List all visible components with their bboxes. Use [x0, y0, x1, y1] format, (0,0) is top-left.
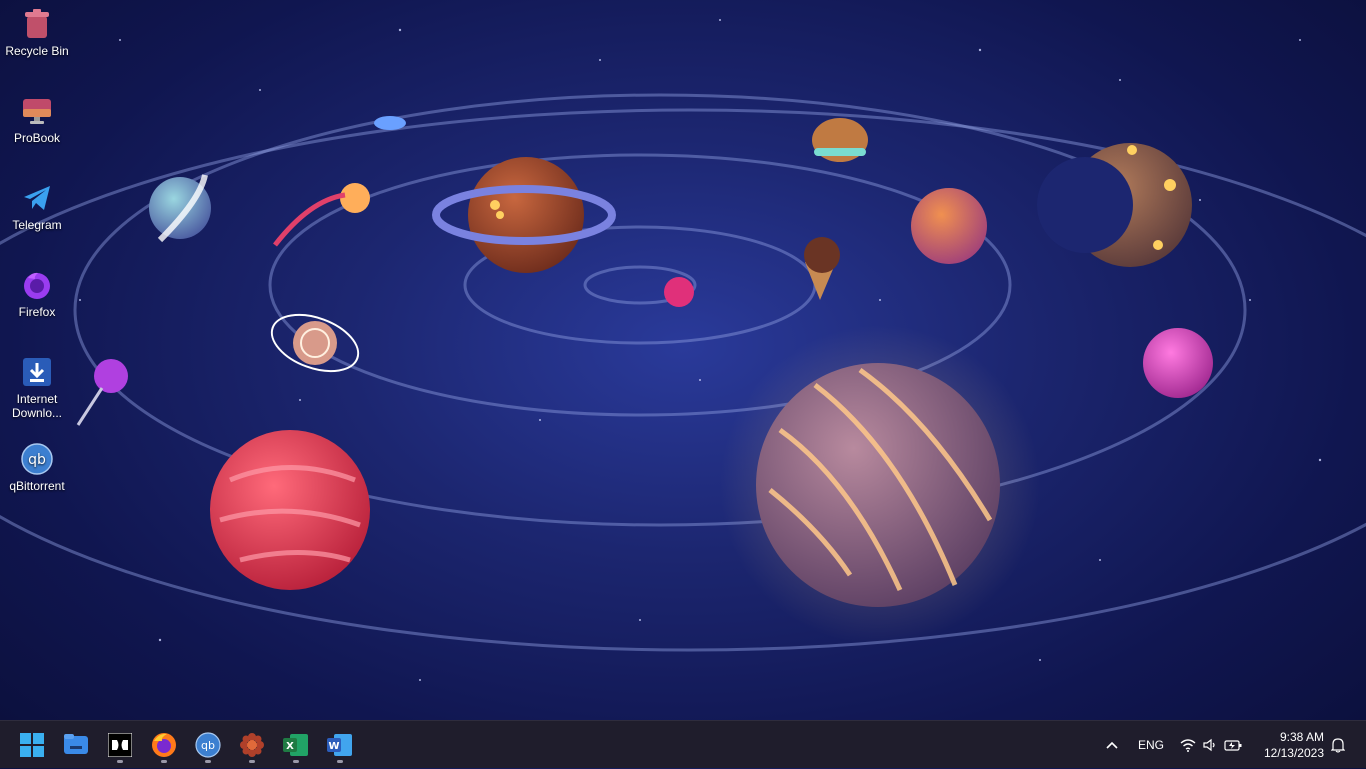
- folder-icon: [64, 734, 88, 754]
- taskbar-dolby[interactable]: [100, 727, 140, 763]
- download-icon: [21, 356, 53, 388]
- show-hidden-icons-button[interactable]: [1100, 721, 1124, 769]
- start-button[interactable]: [12, 727, 52, 763]
- space-wallpaper: [0, 19, 1366, 681]
- desktop: Recycle Bin ProBook Telegram Firefox Int…: [0, 0, 1366, 720]
- clock-time: 9:38 AM: [1279, 730, 1324, 744]
- desktop-icon-label: Internet Downlo...: [11, 392, 63, 420]
- desktop-icon-label: Recycle Bin: [5, 44, 69, 58]
- flower-gear-icon: [240, 733, 264, 757]
- running-indicator: [293, 760, 299, 763]
- language-label: ENG: [1137, 738, 1164, 752]
- excel-icon: X: [283, 734, 308, 756]
- running-indicator: [161, 760, 167, 763]
- running-indicator: [205, 760, 211, 763]
- windows-start-icon: [20, 733, 44, 757]
- volume-icon: [1203, 738, 1215, 752]
- quick-settings-button[interactable]: [1176, 721, 1246, 769]
- desktop-icon-label: ProBook: [13, 131, 61, 145]
- desktop-icon-label: Telegram: [12, 218, 62, 232]
- taskbar-excel[interactable]: X: [276, 727, 316, 763]
- svg-text:qb: qb: [28, 452, 46, 468]
- desktop-icon-probook[interactable]: ProBook: [4, 91, 70, 173]
- desktop-icon-firefox[interactable]: Firefox: [4, 265, 70, 347]
- taskbar-firefox[interactable]: [144, 727, 184, 763]
- firefox-icon: [21, 269, 53, 301]
- desktop-icon-telegram[interactable]: Telegram: [4, 178, 70, 260]
- running-indicator: [249, 760, 255, 763]
- telegram-icon: [21, 182, 53, 214]
- svg-text:X: X: [286, 741, 294, 752]
- qbittorrent-icon: qb: [195, 732, 221, 758]
- taskbar-file-explorer[interactable]: [56, 727, 96, 763]
- desktop-icon-label: qBittorrent: [9, 479, 65, 493]
- monitor-icon: [21, 95, 53, 127]
- qbittorrent-icon: qb: [21, 443, 53, 475]
- taskbar-word[interactable]: W: [320, 727, 360, 763]
- svg-text:W: W: [328, 741, 339, 752]
- desktop-icon-internet-download-manager[interactable]: Internet Downlo...: [4, 352, 70, 434]
- desktop-icon-recycle-bin[interactable]: Recycle Bin: [4, 4, 70, 86]
- taskbar-settings-app[interactable]: [232, 727, 272, 763]
- battery-charging-icon: [1224, 740, 1242, 751]
- notifications-button[interactable]: [1326, 721, 1350, 769]
- running-indicator: [337, 760, 343, 763]
- wifi-icon: [1180, 739, 1196, 752]
- taskbar: qb X W ENG 9:38 AM 12/13/2023: [0, 720, 1366, 768]
- word-icon: W: [327, 734, 352, 756]
- running-indicator: [117, 760, 123, 763]
- taskbar-qbittorrent[interactable]: qb: [188, 727, 228, 763]
- bell-icon: [1331, 738, 1345, 753]
- firefox-icon: [152, 733, 176, 757]
- recycle-bin-icon: [21, 8, 53, 40]
- clock[interactable]: 9:38 AM 12/13/2023: [1244, 729, 1324, 761]
- desktop-icon-label: Firefox: [18, 305, 56, 319]
- language-indicator[interactable]: ENG: [1134, 721, 1168, 769]
- clock-date: 12/13/2023: [1263, 746, 1324, 760]
- svg-text:qb: qb: [201, 739, 215, 752]
- desktop-icon-qbittorrent[interactable]: qb qBittorrent: [4, 439, 70, 521]
- chevron-up-icon: [1106, 741, 1118, 749]
- dolby-icon: [108, 733, 132, 757]
